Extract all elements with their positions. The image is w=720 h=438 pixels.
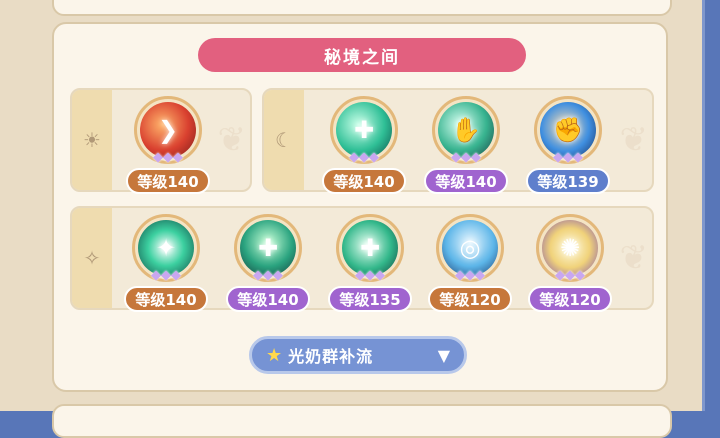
star-icon: ★ (266, 344, 283, 366)
skill-level-badge: 等级140 (322, 168, 406, 194)
skill-slot[interactable]: ✊ ◆◆◆ 等级139 (526, 96, 610, 200)
skill-slot[interactable]: ✋ ◆◆◆ 等级140 (424, 96, 508, 200)
skill-slot[interactable]: ✚ ◆◆◆ 等级135 (328, 214, 412, 318)
build-style-dropdown[interactable]: ★ 光奶群补流 ▼ (249, 336, 467, 374)
rank-stars-icon: ◆◆◆ (253, 268, 283, 283)
skill-slot[interactable]: ✚ ◆◆◆ 等级140 (226, 214, 310, 318)
rank-stars-icon: ◆◆◆ (555, 268, 585, 283)
skill-level-badge: 等级120 (528, 286, 612, 312)
previous-panel-edge (52, 0, 672, 16)
ornament-icon: ❦ (217, 120, 247, 160)
skill-level-badge: 等级120 (428, 286, 512, 312)
skill-slot[interactable]: ✚ ◆◆◆ 等级140 (322, 96, 406, 200)
rank-stars-icon: ◆◆◆ (553, 150, 583, 165)
skill-level-badge: 等级135 (328, 286, 412, 312)
skill-slot[interactable]: ❯ ◆◆◆ 等级140 (126, 96, 210, 200)
skill-level-badge: 等级140 (126, 168, 210, 194)
rank-stars-icon: ◆◆◆ (455, 268, 485, 283)
dropdown-triangle-icon: ▼ (437, 345, 450, 365)
side-scroll-strip (702, 0, 720, 411)
rank-stars-icon: ◆◆◆ (451, 150, 481, 165)
rank-stars-icon: ◆◆◆ (153, 150, 183, 165)
sun-icon: ☀ (83, 128, 101, 152)
section-title: 秘境之间 (198, 38, 526, 72)
skill-slot[interactable]: ◎ ◆◆◆ 等级120 (428, 214, 512, 318)
build-style-label: 光奶群补流 (288, 347, 374, 366)
rank-stars-icon: ◆◆◆ (151, 268, 181, 283)
skill-level-badge: 等级140 (424, 168, 508, 194)
sparkle-icon: ✧ (83, 246, 101, 270)
ornament-icon: ❦ (619, 120, 649, 160)
rank-stars-icon: ◆◆◆ (355, 268, 385, 283)
moon-icon: ☾ (275, 128, 293, 152)
next-panel-edge (52, 404, 672, 438)
ornament-icon: ❦ (619, 238, 649, 278)
skill-level-badge: 等级140 (226, 286, 310, 312)
skill-slot[interactable]: ✦ ◆◆◆ 等级140 (124, 214, 208, 318)
skill-level-badge: 等级140 (124, 286, 208, 312)
skill-slot[interactable]: ✺ ◆◆◆ 等级120 (528, 214, 612, 318)
rank-stars-icon: ◆◆◆ (349, 150, 379, 165)
window-frame: 秘境之间 ☀ ❦ ☾ ❦ ✧ ❦ ❯ ◆◆◆ 等级140 ✚ ◆◆◆ 等级140 ✋ ◆◆◆ 等… (0, 0, 702, 438)
skill-level-badge: 等级139 (526, 168, 610, 194)
